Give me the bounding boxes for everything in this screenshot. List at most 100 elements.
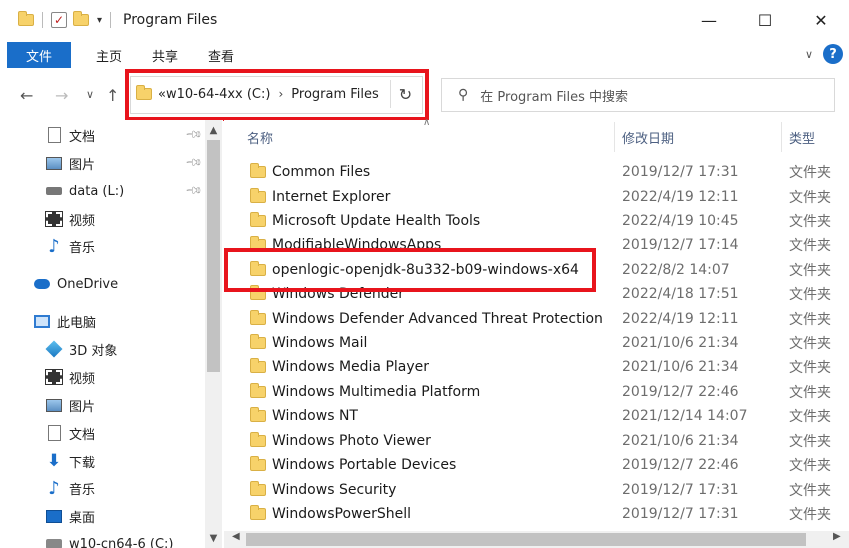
file-date: 2021/10/6 21:34 bbox=[622, 359, 739, 375]
video-icon bbox=[45, 369, 63, 385]
sidebar-item-c-drive[interactable]: w10-cn64-6 (C:) bbox=[46, 532, 174, 548]
sidebar-item-documents[interactable]: 文档 bbox=[46, 123, 95, 147]
file-type: 文件夹 bbox=[789, 287, 831, 303]
sidebar-item-downloads[interactable]: ⬇ 下载 bbox=[46, 449, 95, 473]
file-type: 文件夹 bbox=[789, 458, 831, 474]
folder-icon bbox=[250, 383, 266, 398]
file-type: 文件夹 bbox=[789, 263, 831, 279]
search-box[interactable]: ⚲ 在 Program Files 中搜索 bbox=[441, 78, 835, 112]
folder-icon bbox=[250, 212, 266, 227]
file-row[interactable]: Common Files 2019/12/7 17:31 文件夹 bbox=[232, 160, 842, 184]
file-date: 2019/12/7 22:46 bbox=[622, 457, 739, 473]
back-button[interactable]: ← bbox=[20, 86, 33, 105]
file-row[interactable]: Windows Security 2019/12/7 17:31 文件夹 bbox=[232, 478, 842, 502]
file-name: Windows Multimedia Platform bbox=[272, 384, 481, 400]
sidebar-scroll-thumb[interactable] bbox=[207, 140, 220, 372]
file-row[interactable]: Windows Media Player 2021/10/6 21:34 文件夹 bbox=[232, 355, 842, 379]
sidebar-item-data-drive[interactable]: data (L:) bbox=[46, 179, 124, 203]
sidebar-item-label: 下载 bbox=[69, 455, 96, 471]
folder-icon bbox=[250, 505, 266, 520]
file-name: Windows Media Player bbox=[272, 359, 430, 375]
music-icon: ♪ bbox=[48, 235, 60, 257]
file-row[interactable]: Windows Portable Devices 2019/12/7 22:46 文… bbox=[232, 453, 842, 477]
divider[interactable] bbox=[781, 122, 782, 152]
recent-locations-button[interactable]: ∨ bbox=[86, 88, 94, 101]
column-header-name[interactable]: 名称 bbox=[247, 122, 273, 152]
column-header-type[interactable]: 类型 bbox=[789, 122, 815, 152]
help-button[interactable]: ? bbox=[823, 44, 843, 64]
close-button[interactable]: ✕ bbox=[793, 0, 849, 40]
file-type: 文件夹 bbox=[789, 312, 831, 328]
minimize-button[interactable]: — bbox=[681, 0, 737, 40]
horizontal-scroll-thumb[interactable] bbox=[246, 533, 806, 546]
folder-icon bbox=[250, 456, 266, 471]
sidebar-item-desktop[interactable]: 桌面 bbox=[46, 504, 95, 528]
sidebar-item-videos[interactable]: 视频 bbox=[45, 207, 95, 231]
sidebar-item-label: 桌面 bbox=[69, 510, 96, 526]
sidebar-item-label: 文档 bbox=[69, 427, 96, 443]
file-type: 文件夹 bbox=[789, 507, 831, 523]
sidebar-item-label: 图片 bbox=[69, 157, 96, 173]
up-button[interactable]: ↑ bbox=[106, 86, 119, 105]
file-row[interactable]: Internet Explorer 2022/4/19 12:11 文件夹 bbox=[232, 185, 842, 209]
sidebar-item-onedrive[interactable]: OneDrive bbox=[34, 272, 118, 296]
tab-share[interactable]: 共享 bbox=[137, 42, 193, 68]
file-row[interactable]: WindowsPowerShell 2019/12/7 17:31 文件夹 bbox=[232, 502, 842, 526]
document-icon bbox=[46, 425, 62, 441]
file-row[interactable]: Windows NT 2021/12/14 14:07 文件夹 bbox=[232, 404, 842, 428]
sidebar-item-music[interactable]: ♪ 音乐 bbox=[46, 234, 95, 258]
scroll-up-icon[interactable]: ▲ bbox=[205, 125, 222, 136]
scroll-right-icon[interactable]: ▶ bbox=[833, 531, 841, 542]
file-date: 2022/4/19 12:11 bbox=[622, 311, 739, 327]
sidebar-item-pictures[interactable]: 图片 bbox=[46, 151, 95, 175]
new-folder-icon[interactable] bbox=[73, 11, 89, 26]
scroll-left-icon[interactable]: ◀ bbox=[232, 531, 240, 542]
file-date: 2022/4/18 17:51 bbox=[622, 286, 739, 302]
file-date: 2019/12/7 17:31 bbox=[622, 482, 739, 498]
3d-objects-icon bbox=[45, 340, 63, 358]
folder-icon bbox=[250, 432, 266, 447]
sidebar-item-documents-pc[interactable]: 文档 bbox=[46, 421, 95, 445]
file-type: 文件夹 bbox=[789, 434, 831, 450]
file-row[interactable]: Windows Mail 2021/10/6 21:34 文件夹 bbox=[232, 331, 842, 355]
file-type: 文件夹 bbox=[789, 409, 831, 425]
highlight-row-box bbox=[224, 248, 596, 292]
file-row[interactable]: Windows Photo Viewer 2021/10/6 21:34 文件夹 bbox=[232, 429, 842, 453]
file-type: 文件夹 bbox=[789, 238, 831, 254]
folder-icon bbox=[250, 481, 266, 496]
file-row[interactable]: Windows Defender Advanced Threat Protect… bbox=[232, 307, 842, 331]
file-name: WindowsPowerShell bbox=[272, 506, 411, 522]
pc-icon bbox=[34, 313, 50, 329]
sidebar-item-pictures-pc[interactable]: 图片 bbox=[46, 393, 95, 417]
file-row[interactable]: Microsoft Update Health Tools 2022/4/19 1… bbox=[232, 209, 842, 233]
pictures-icon bbox=[46, 397, 62, 413]
customize-dropdown-icon[interactable]: ▾ bbox=[97, 15, 102, 26]
file-date: 2021/10/6 21:34 bbox=[622, 335, 739, 351]
folder-icon bbox=[250, 188, 266, 203]
sidebar-item-3d-objects[interactable]: 3D 对象 bbox=[45, 337, 117, 361]
tab-home[interactable]: 主页 bbox=[81, 42, 137, 68]
file-row[interactable]: Windows Multimedia Platform 2019/12/7 22:… bbox=[232, 380, 842, 404]
forward-button[interactable]: → bbox=[55, 86, 68, 105]
file-date: 2019/12/7 22:46 bbox=[622, 384, 739, 400]
sidebar-item-this-pc[interactable]: 此电脑 bbox=[34, 309, 96, 333]
file-date: 2019/12/7 17:31 bbox=[622, 164, 739, 180]
pictures-icon bbox=[46, 155, 62, 171]
sidebar-item-music-pc[interactable]: ♪ 音乐 bbox=[46, 476, 95, 500]
video-icon bbox=[45, 211, 63, 227]
divider[interactable] bbox=[614, 122, 615, 152]
sidebar-item-label: w10-cn64-6 (C:) bbox=[69, 536, 174, 548]
properties-icon[interactable]: ✓ bbox=[51, 12, 67, 28]
download-icon: ⬇ bbox=[46, 451, 62, 471]
tab-view[interactable]: 查看 bbox=[193, 42, 249, 68]
file-name: Windows Defender Advanced Threat Protect… bbox=[272, 311, 603, 327]
file-type: 文件夹 bbox=[789, 336, 831, 352]
drive-icon bbox=[46, 183, 62, 199]
expand-ribbon-icon[interactable]: ∨ bbox=[805, 48, 813, 61]
column-header-date[interactable]: 修改日期 bbox=[622, 122, 674, 152]
sidebar-item-label: 此电脑 bbox=[57, 315, 97, 331]
scroll-down-icon[interactable]: ▼ bbox=[205, 533, 222, 544]
maximize-button[interactable]: ☐ bbox=[737, 0, 793, 40]
tab-file[interactable]: 文件 bbox=[7, 42, 71, 68]
sidebar-item-videos-pc[interactable]: 视频 bbox=[45, 365, 95, 389]
